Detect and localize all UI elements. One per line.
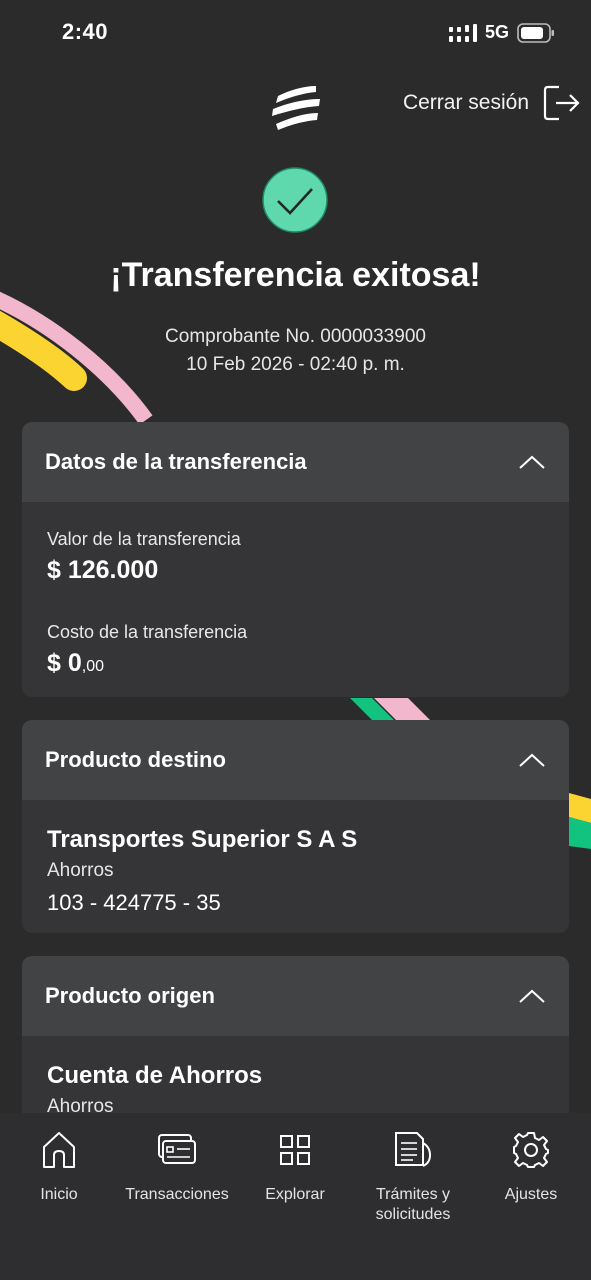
nav-label-ajustes: Ajustes xyxy=(504,1186,558,1203)
transfer-details-title: Datos de la transferencia xyxy=(45,449,307,474)
receipt-number: Comprobante No. 0000033900 xyxy=(165,326,426,347)
transfer-cost-integer: $ 0 xyxy=(47,649,82,677)
transfer-details-header[interactable]: Datos de la transferencia xyxy=(22,422,569,502)
nav-label-tramites: Trámites y solicitudes xyxy=(375,1186,451,1223)
destination-type: Ahorros xyxy=(47,860,114,881)
success-title: ¡Transferencia exitosa! xyxy=(110,256,481,294)
battery-icon xyxy=(517,22,554,43)
grid-icon xyxy=(280,1135,310,1165)
home-icon xyxy=(43,1132,75,1168)
document-icon xyxy=(395,1132,432,1167)
receipt-date: 10 Feb 2026 - 02:40 p. m. xyxy=(186,354,405,375)
nav-item-inicio[interactable]: Inicio xyxy=(0,1129,118,1205)
status-time: 2:40 xyxy=(62,19,109,44)
transfer-cost-cents: ,00 xyxy=(81,658,105,675)
transfer-cost-label: Costo de la transferencia xyxy=(47,622,248,642)
nav-item-ajustes[interactable]: Ajustes xyxy=(472,1129,590,1205)
destination-product-header[interactable]: Producto destino xyxy=(22,720,569,800)
destination-account-number: 103 - 424775 - 35 xyxy=(47,890,221,915)
transfer-details-card: Datos de la transferencia Valor de la tr… xyxy=(22,422,569,697)
transactions-icon xyxy=(158,1134,196,1164)
transfer-value-label: Valor de la transferencia xyxy=(47,529,241,549)
destination-product-title: Producto destino xyxy=(45,747,226,772)
destination-product-card: Producto destino Transportes Superior S … xyxy=(22,720,569,933)
origin-name: Cuenta de Ahorros xyxy=(47,1062,263,1089)
nav-label-explorar: Explorar xyxy=(265,1186,325,1203)
status-indicators: 5G xyxy=(448,22,555,43)
nav-label-inicio: Inicio xyxy=(40,1186,78,1203)
bottom-navigation: Inicio Transacciones Explorar Trámites y… xyxy=(0,1113,591,1280)
nav-label-transacciones: Transacciones xyxy=(125,1186,229,1203)
success-check-icon xyxy=(262,167,328,233)
nav-item-explorar[interactable]: Explorar xyxy=(236,1129,354,1205)
nav-item-tramites[interactable]: Trámites y solicitudes xyxy=(354,1129,472,1225)
chevron-up-icon xyxy=(519,455,545,469)
origin-product-header[interactable]: Producto origen xyxy=(22,956,569,1036)
transfer-value-amount: $ 126.000 xyxy=(47,556,159,584)
logout-icon xyxy=(543,85,580,121)
signal-icon xyxy=(448,23,477,42)
bank-logo xyxy=(272,86,320,130)
logout-button[interactable]: Cerrar sesión xyxy=(403,84,581,122)
transfer-cost-amount: $ 0,00 xyxy=(47,649,544,678)
chevron-up-icon xyxy=(519,753,545,767)
origin-product-title: Producto origen xyxy=(45,983,215,1008)
gear-icon xyxy=(513,1132,549,1168)
destination-name: Transportes Superior S A S xyxy=(47,826,358,853)
logout-label: Cerrar sesión xyxy=(402,91,529,114)
nav-item-transacciones[interactable]: Transacciones xyxy=(118,1129,236,1205)
network-type: 5G xyxy=(484,22,509,42)
chevron-up-icon xyxy=(519,989,545,1003)
